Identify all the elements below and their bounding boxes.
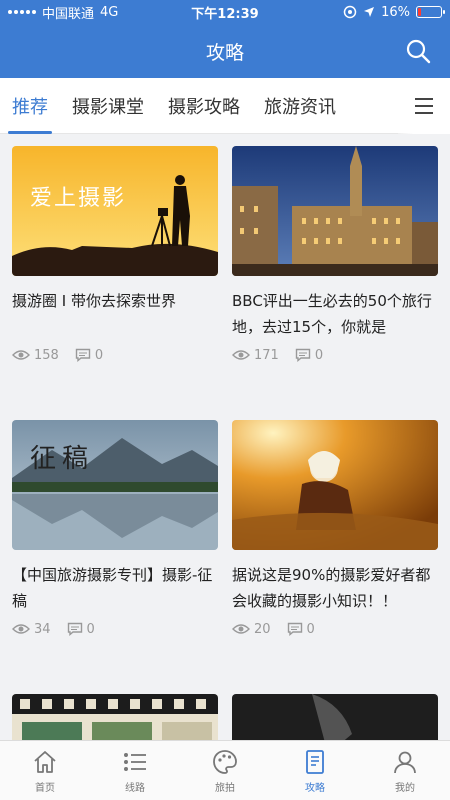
home-icon <box>34 750 56 773</box>
article-thumbnail <box>232 420 438 550</box>
tabbar-profile[interactable]: 我的 <box>360 741 450 800</box>
tab-photo-guide[interactable]: 摄影攻略 <box>156 78 252 134</box>
comments-count: 0 <box>314 347 324 363</box>
article-title: 【中国旅游摄影专刊】摄影-征稿 <box>12 566 213 610</box>
tabbar-travel-shoot[interactable]: 旅拍 <box>180 741 270 800</box>
golden-field-portrait-image <box>232 420 438 550</box>
views-count: 20 <box>254 621 271 637</box>
tabbar-label: 我的 <box>395 782 415 794</box>
status-left: 中国联通 4G <box>8 3 158 22</box>
tab-photo-class[interactable]: 摄影课堂 <box>60 78 156 134</box>
battery-level <box>418 8 421 16</box>
comments-count: 0 <box>306 621 315 637</box>
user-icon <box>394 751 416 773</box>
article-card[interactable]: BBC评出一生必去的50个旅行地，去过15个，你就是 171 0 <box>232 146 438 366</box>
article-meta: 171 0 <box>232 344 438 366</box>
comment-icon <box>295 348 311 362</box>
article-card[interactable]: 征稿 【中国旅游摄影专刊】摄影-征稿 34 0 <box>12 420 218 640</box>
eye-icon <box>12 350 30 360</box>
guide-document-icon <box>306 749 324 774</box>
comments-stat: 0 <box>75 348 103 363</box>
signal-icon <box>8 10 36 14</box>
comments-stat: 0 <box>287 622 315 637</box>
article-thumbnail: 征稿 <box>12 420 218 550</box>
tabbar-home[interactable]: 首页 <box>0 741 90 800</box>
article-card[interactable] <box>232 694 438 740</box>
comments-count: 0 <box>86 621 95 637</box>
nav-bar: 攻略 <box>0 24 450 78</box>
thumbnail-caption: 爱上摄影 <box>30 186 127 211</box>
tab-recommend[interactable]: 推荐 <box>0 78 60 134</box>
comment-icon <box>67 622 82 636</box>
tabs-more-button[interactable] <box>398 78 450 134</box>
grand-place-image <box>232 146 438 276</box>
article-thumbnail <box>232 146 438 276</box>
network-label: 4G <box>100 4 119 20</box>
battery-percent: 16% <box>381 4 410 20</box>
tabbar-guides[interactable]: 攻略 <box>270 741 360 800</box>
menu-icon <box>415 98 433 114</box>
thumbnail-caption: 征稿 <box>30 444 95 474</box>
palette-icon <box>213 749 237 774</box>
article-card[interactable] <box>12 694 218 740</box>
article-meta: 20 0 <box>232 618 438 640</box>
status-bar: 中国联通 4G 下午12:39 16% <box>0 0 450 24</box>
tabbar-label: 旅拍 <box>215 782 235 794</box>
eye-icon <box>12 624 30 634</box>
tabbar-label: 首页 <box>35 782 55 794</box>
carrier-label: 中国联通 <box>42 6 95 22</box>
article-meta: 34 0 <box>12 618 218 640</box>
status-time: 下午12:39 <box>191 6 259 22</box>
tabbar-routes[interactable]: 线路 <box>90 741 180 800</box>
tabbar-label: 线路 <box>125 782 145 794</box>
eye-icon <box>232 350 250 360</box>
tab-travel-news[interactable]: 旅游资讯 <box>252 78 348 134</box>
article-card[interactable]: 据说这是90%的摄影爱好者都会收藏的摄影小知识！！ 20 0 <box>232 420 438 640</box>
article-thumbnail <box>232 694 438 740</box>
views-stat: 158 <box>12 348 59 363</box>
film-strip-image <box>12 694 218 740</box>
comments-count: 0 <box>94 347 104 363</box>
battery-icon <box>416 6 445 18</box>
comments-stat: 0 <box>67 622 95 637</box>
bottom-tab-bar: 首页 线路 旅拍 攻略 我的 <box>0 740 450 800</box>
category-tabs: 推荐 摄影课堂 摄影攻略 旅游资讯 <box>0 78 450 134</box>
comment-icon <box>75 348 91 362</box>
article-card[interactable]: 爱上摄影 摄游圈 I 带你去探索世界 158 0 <box>12 146 218 366</box>
views-count: 171 <box>254 347 279 363</box>
eye-icon <box>232 624 250 634</box>
views-count: 158 <box>34 347 59 363</box>
views-stat: 34 <box>12 622 51 637</box>
article-thumbnail: 爱上摄影 <box>12 146 218 276</box>
comments-stat: 0 <box>295 348 323 363</box>
article-title: BBC评出一生必去的50个旅行地，去过15个，你就是 <box>232 292 432 336</box>
tabbar-label: 攻略 <box>305 782 325 794</box>
article-feed: 爱上摄影 摄游圈 I 带你去探索世界 158 0 BBC评出一生必去的50个旅行… <box>0 134 450 740</box>
comment-icon <box>287 622 302 636</box>
views-count: 34 <box>34 621 51 637</box>
orientation-lock-icon <box>343 5 357 19</box>
search-icon[interactable] <box>404 37 432 65</box>
article-title: 摄游圈 I 带你去探索世界 <box>12 292 176 310</box>
location-arrow-icon <box>364 7 375 17</box>
article-title: 据说这是90%的摄影爱好者都会收藏的摄影小知识！！ <box>232 566 431 610</box>
views-stat: 20 <box>232 622 271 637</box>
route-list-icon <box>124 752 146 771</box>
status-right: 16% <box>292 4 445 20</box>
page-title: 攻略 <box>205 41 244 64</box>
views-stat: 171 <box>232 348 279 363</box>
article-thumbnail <box>12 694 218 740</box>
article-meta: 158 0 <box>12 344 218 366</box>
dark-portrait-image <box>232 694 438 740</box>
